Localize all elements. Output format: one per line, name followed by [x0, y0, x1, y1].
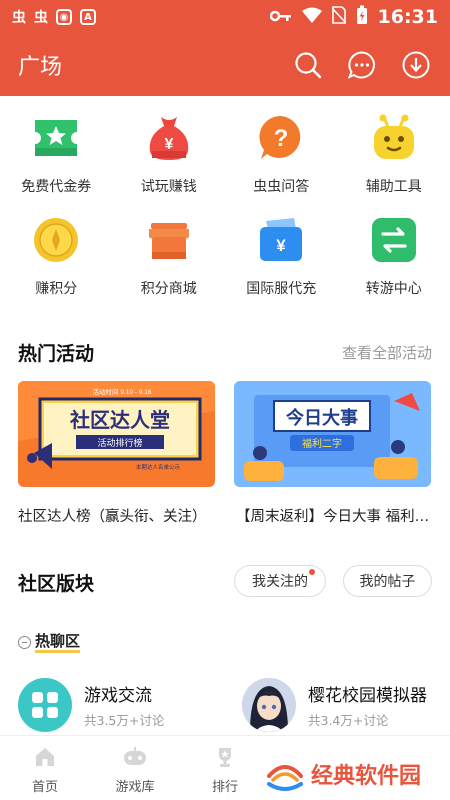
banner-date: 活动时间 9.10 - 9.16: [93, 387, 152, 396]
gamepad-icon: [122, 744, 148, 770]
grid-icon: [18, 678, 72, 732]
grid-item-label: 免费代金券: [21, 179, 92, 195]
question-icon: ?: [255, 112, 307, 164]
trophy-icon: [212, 744, 238, 770]
hot-chat-section-toggle[interactable]: 热聊区: [18, 632, 81, 653]
app-notification-glyph: 虫: [34, 10, 48, 26]
collapse-icon: [18, 636, 31, 649]
quick-entry-grid: 免费代金券 ¥ 试玩赚钱 ? 虫虫问答 辅助工具 赚积分 积分商城 ¥ 国际服代…: [0, 112, 450, 298]
grid-item-label: 积分商城: [140, 281, 197, 297]
unread-dot: [309, 569, 315, 575]
app-bar: 广场: [0, 34, 450, 96]
banner-tag: 本期达人名单公示: [136, 463, 181, 471]
banner-art: 今日大事 福利二字: [234, 381, 431, 487]
pill-label: 我关注的: [252, 574, 308, 590]
grid-item-label: 转游中心: [365, 281, 422, 297]
banner-subtitle: 活动排行榜: [97, 437, 142, 449]
grid-item-label: 虫虫问答: [253, 179, 310, 195]
battery-icon: [356, 5, 368, 30]
grid-item-label: 辅助工具: [365, 179, 422, 195]
tab-label: 首页: [31, 780, 58, 795]
event-banner-caption: 社区达人榜（赢头衔、关注）: [18, 509, 207, 525]
anime-avatar-icon: [242, 678, 296, 732]
status-time: 16:31: [377, 6, 438, 28]
robot-icon: [368, 112, 420, 164]
watermark-text: 经典软件园: [311, 764, 422, 789]
my-posts-button[interactable]: 我的帖子: [343, 565, 432, 597]
transfer-icon: [368, 214, 420, 266]
event-banner[interactable]: 今日大事 福利二字: [234, 381, 431, 487]
messages-button[interactable]: [346, 49, 378, 81]
store-icon: [143, 214, 195, 266]
key-icon: [269, 7, 292, 28]
forum-name: 游戏交流: [84, 686, 152, 706]
event-banner[interactable]: 活动时间 9.10 - 9.16 社区达人堂 活动排行榜 本期达人名单公示: [18, 381, 215, 487]
tab-game-library[interactable]: 游戏库: [90, 736, 180, 800]
status-left: 虫 虫 ◉ A: [12, 7, 96, 27]
shield-icon: ◉: [56, 9, 72, 25]
grid-item-trial-earn[interactable]: ¥ 试玩赚钱: [113, 112, 226, 196]
banner-art: 活动时间 9.10 - 9.16 社区达人堂 活动排行榜 本期达人名单公示: [18, 381, 215, 487]
app-bar-actions: [292, 49, 432, 81]
tab-label: 游戏库: [115, 780, 155, 795]
tab-home[interactable]: 首页: [0, 736, 90, 800]
forum-count: 共3.5万+讨论: [84, 713, 165, 728]
forum-item-game-chat[interactable]: 游戏交流 共3.5万+讨论: [18, 678, 164, 732]
wifi-icon: [301, 7, 322, 28]
coin-icon: [30, 214, 82, 266]
event-banner-caption: 【周末返利】今日大事 福利二字: [236, 509, 432, 525]
money-bag-icon: ¥: [143, 112, 195, 164]
my-following-button[interactable]: 我关注的: [234, 565, 326, 597]
grid-item-label: 国际服代充: [246, 281, 317, 297]
app-notification-glyph: 虫: [12, 10, 26, 26]
tab-ranking[interactable]: 排行: [180, 736, 270, 800]
banner-subtitle: 福利二字: [302, 437, 342, 450]
notification-icon: A: [80, 9, 96, 25]
grid-item-label: 赚积分: [35, 281, 78, 297]
chat-icon: [347, 51, 375, 79]
grid-item-points-mall[interactable]: 积分商城: [113, 214, 226, 298]
page-title: 广场: [18, 55, 63, 80]
hot-chat-label: 热聊区: [35, 632, 81, 653]
search-icon: [295, 52, 322, 79]
forum-name: 樱花校园模拟器: [308, 686, 427, 706]
section-title-community: 社区版块: [18, 573, 95, 595]
grid-item-earn-points[interactable]: 赚积分: [0, 214, 113, 298]
grid-item-tools[interactable]: 辅助工具: [338, 112, 450, 196]
svg-text:¥: ¥: [277, 236, 287, 255]
grid-item-label: 试玩赚钱: [140, 179, 197, 195]
watermark: 经典软件园: [265, 748, 450, 800]
forum-count: 共3.4万+讨论: [308, 713, 389, 728]
wallet-icon: ¥: [255, 214, 307, 266]
status-bar: 虫 虫 ◉ A 16:31: [0, 0, 450, 34]
section-title-hot-events: 热门活动: [18, 343, 95, 365]
banner-title: 今日大事: [286, 407, 358, 429]
no-sim-icon: [330, 5, 347, 29]
forum-item-sakura-school[interactable]: 樱花校园模拟器 共3.4万+讨论: [242, 678, 427, 732]
pill-label: 我的帖子: [359, 574, 416, 590]
grid-item-qa[interactable]: ? 虫虫问答: [225, 112, 338, 196]
home-icon: [32, 744, 58, 770]
tab-label: 排行: [211, 780, 238, 795]
svg-text:¥: ¥: [164, 136, 173, 153]
grid-item-transfer-center[interactable]: 转游中心: [338, 214, 450, 298]
watermark-logo-icon: [267, 765, 303, 791]
ticket-icon: [30, 112, 82, 164]
banner-title: 社区达人堂: [69, 408, 170, 432]
download-icon: [402, 51, 430, 79]
search-button[interactable]: [292, 49, 324, 81]
view-all-events-link[interactable]: 查看全部活动: [342, 342, 432, 363]
status-right: 16:31: [269, 5, 438, 30]
svg-text:?: ?: [274, 125, 289, 152]
grid-item-intl-topup[interactable]: ¥ 国际服代充: [225, 214, 338, 298]
download-button[interactable]: [400, 49, 432, 81]
grid-item-free-voucher[interactable]: 免费代金券: [0, 112, 113, 196]
